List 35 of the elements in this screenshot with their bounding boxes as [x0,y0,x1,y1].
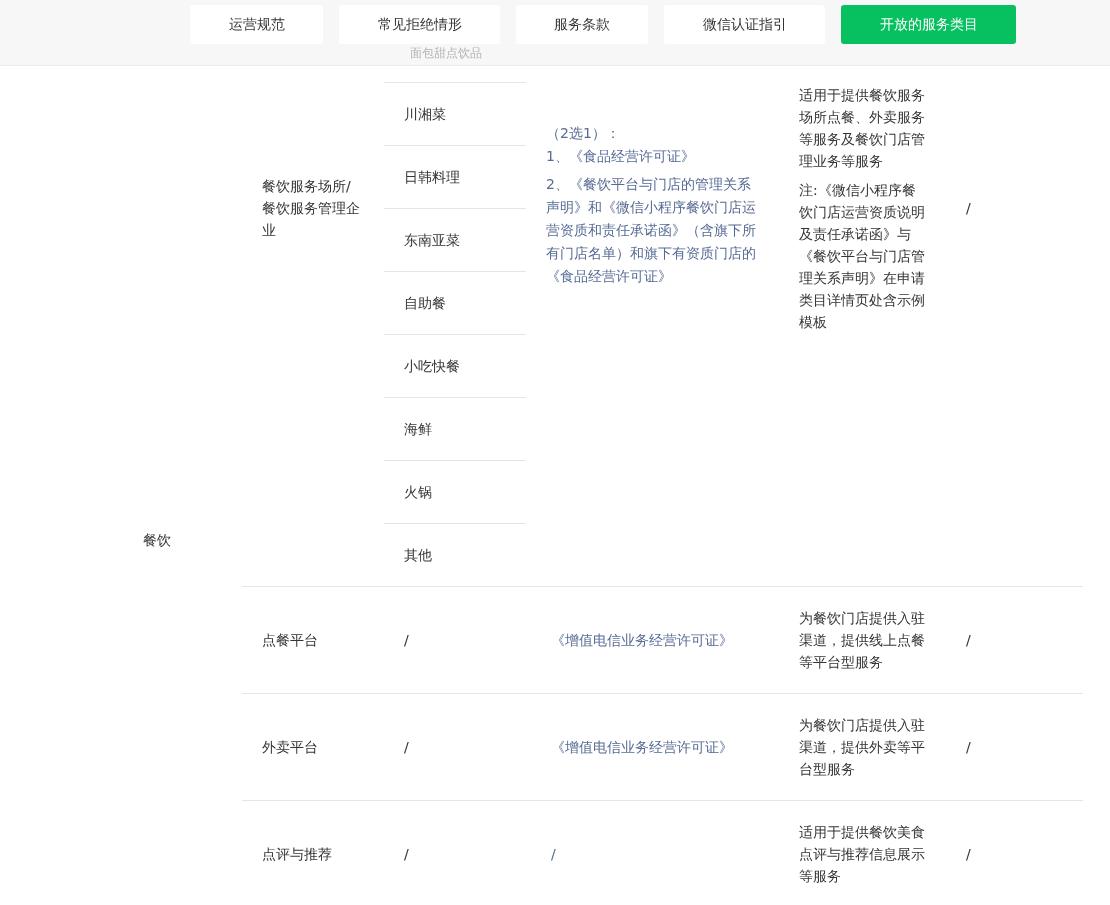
subcategory-item[interactable]: 其他 [384,523,526,586]
subcategory-item[interactable]: 日韩料理 [384,145,526,208]
table-cell-text: / [965,738,972,757]
table-cell-text: / [965,845,972,864]
table-cell-text: / [965,631,972,650]
table-cell-text: / [965,199,972,218]
nav-tab[interactable]: 运营规范 [190,5,323,44]
table-cell-text: / [403,845,410,864]
nav-tab[interactable]: 服务条款 [516,5,648,44]
table-cell-text: / [403,738,410,757]
table-cell-text: 外卖平台 [261,738,319,757]
table-cell-text: 为餐饮门店提供入驻渠道，提供外卖等平台型服务 [799,716,926,779]
table-cell-text: 餐饮 [142,531,172,550]
nav-tab[interactable]: 微信认证指引 [664,5,825,44]
table-cell-text: 点评与推荐 [261,845,333,864]
table-cell-text: 餐饮服务场所/餐饮服务管理企业 [261,177,361,240]
table-cell-text: 适用于提供餐饮服务场所点餐、外卖服务等服务及餐饮门店管理业务等服务 [799,86,926,171]
subcategory-item[interactable]: 海鲜 [384,397,526,460]
table-cell-text: 为餐饮门店提供入驻渠道，提供线上点餐等平台型服务 [799,609,926,672]
subcategory-item[interactable]: 自助餐 [384,271,526,334]
table-cell-text: / [403,631,410,650]
nav-tab[interactable]: 常见拒绝情形 [339,5,500,44]
subcategory-item[interactable]: 小吃快餐 [384,334,526,397]
table-cell-text: （2选1）： 1、《食品经营许可证》 [546,124,696,166]
faded-text: 面包甜点饮品 [410,45,482,62]
subcategory-item[interactable]: 火锅 [384,460,526,523]
table-cell-text: 注:《微信小程序餐饮门店运营资质说明及责任承诺函》与《餐饮平台与门店管理关系声明》在申请类目详情页处含示例模板 [799,181,926,332]
table-cell-text: 适用于提供餐饮美食点评与推荐信息展示等服务 [799,823,926,886]
table-cell-text: 《增值电信业务经营许可证》 [550,738,734,757]
subcategory-item[interactable]: 东南亚菜 [384,208,526,271]
subcategory-item[interactable]: 川湘菜 [384,82,526,145]
table-cell-text: 《增值电信业务经营许可证》 [550,631,734,650]
table-cell-text: 2、《餐饮平台与门店的管理关系声明》和《微信小程序餐饮门店运营资质和责任承诺函》（含旗下所有门店名单）和旗下有资质门店的《食品经营许可证》 [546,175,757,286]
table-cell-text: / [550,845,557,864]
table-cell-text: 点餐平台 [261,631,319,650]
